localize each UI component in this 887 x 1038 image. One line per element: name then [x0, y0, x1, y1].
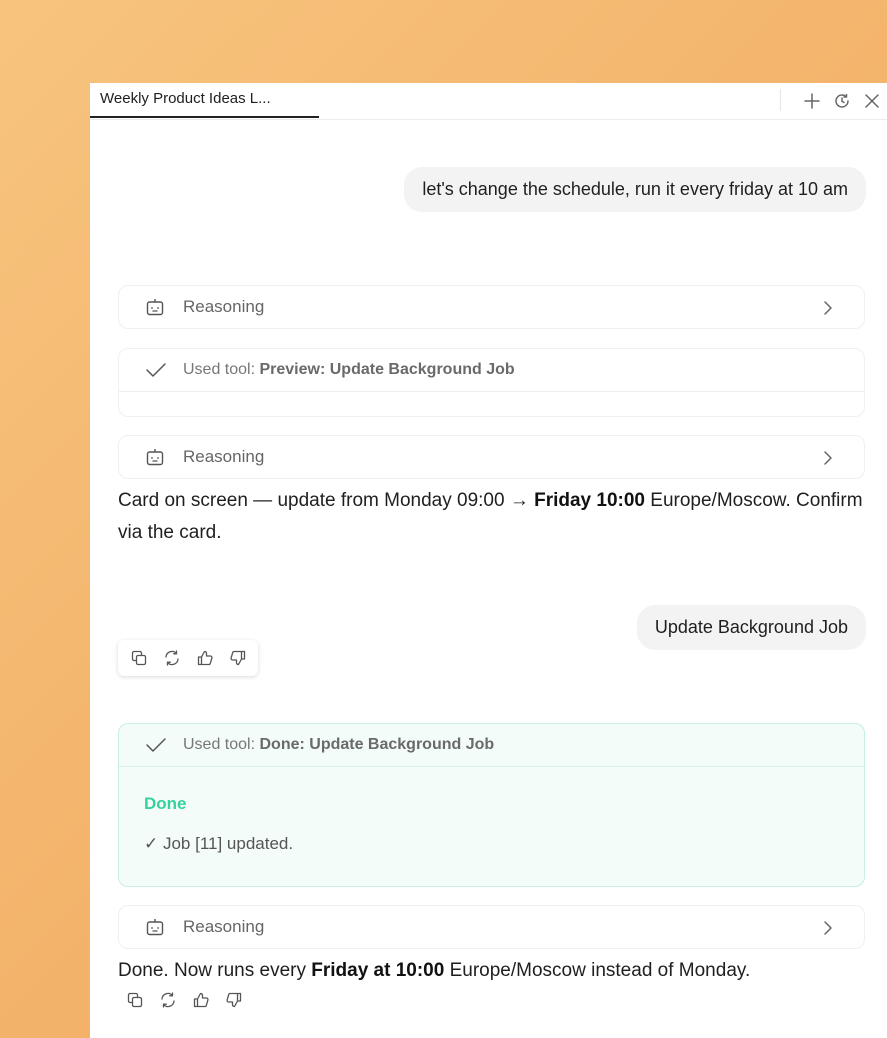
plus-icon[interactable] [797, 87, 827, 115]
tool-name: Preview: Update Background Job [259, 361, 515, 378]
check-icon [146, 363, 166, 377]
thumbs-down-icon [229, 650, 245, 666]
tool-preview-card: Used tool: Preview: Update Background Jo… [118, 348, 865, 417]
history-icon[interactable] [827, 87, 857, 115]
tool-header[interactable]: Used tool: Preview: Update Background Jo… [119, 349, 864, 392]
chat-window: Weekly Product Ideas L... let's change t… [90, 83, 887, 1038]
thumbs-up-icon [193, 992, 209, 1008]
thumbs-down-button[interactable] [221, 640, 254, 676]
reasoning-label: Reasoning [183, 917, 265, 936]
reasoning-label: Reasoning [183, 297, 265, 316]
tool-name: Done: Update Background Job [259, 736, 495, 753]
tool-label: Used tool: Preview: Update Background Jo… [183, 361, 515, 378]
tool-label: Used tool: Done: Update Background Job [183, 736, 495, 753]
thumbs-up-button[interactable] [188, 640, 221, 676]
copy-button[interactable] [122, 640, 155, 676]
user-message: let's change the schedule, run it every … [404, 167, 866, 212]
close-icon[interactable] [857, 87, 887, 115]
user-message: Update Background Job [636, 605, 866, 650]
chevron-right-icon [824, 451, 832, 465]
chevron-right-icon [824, 301, 832, 315]
thumbs-down-icon [225, 992, 241, 1008]
thumbs-up-button[interactable] [184, 982, 217, 1018]
tab-bar: Weekly Product Ideas L... [90, 83, 887, 120]
copy-icon [127, 992, 142, 1008]
regenerate-button[interactable] [155, 640, 188, 676]
tab-actions [797, 87, 887, 115]
tab-active[interactable]: Weekly Product Ideas L... [90, 83, 319, 118]
done-status: Done [144, 794, 187, 813]
done-result: ✓ Job [11] updated. [144, 834, 294, 853]
robot-icon [146, 299, 164, 316]
message-actions [118, 982, 250, 1018]
robot-icon [146, 449, 164, 466]
copy-icon [131, 650, 146, 666]
reasoning-row[interactable]: Reasoning [118, 285, 865, 329]
assistant-message: Card on screen — update from Monday 09:0… [118, 490, 863, 543]
tool-header[interactable]: Used tool: Done: Update Background Job [119, 724, 864, 767]
copy-button[interactable] [118, 982, 151, 1018]
regenerate-button[interactable] [151, 982, 184, 1018]
refresh-icon [160, 992, 175, 1008]
refresh-icon [164, 650, 179, 666]
message-actions [118, 640, 258, 676]
tab-divider [780, 89, 781, 111]
tab-title: Weekly Product Ideas L... [100, 90, 271, 107]
tool-done-card: Used tool: Done: Update Background Job D… [118, 723, 865, 887]
robot-icon [146, 919, 164, 936]
reasoning-row[interactable]: Reasoning [118, 905, 865, 949]
chevron-right-icon [824, 921, 832, 935]
reasoning-row[interactable]: Reasoning [118, 435, 865, 479]
thumbs-up-icon [197, 650, 213, 666]
reasoning-label: Reasoning [183, 447, 265, 466]
check-icon [146, 738, 166, 752]
thumbs-down-button[interactable] [217, 982, 250, 1018]
